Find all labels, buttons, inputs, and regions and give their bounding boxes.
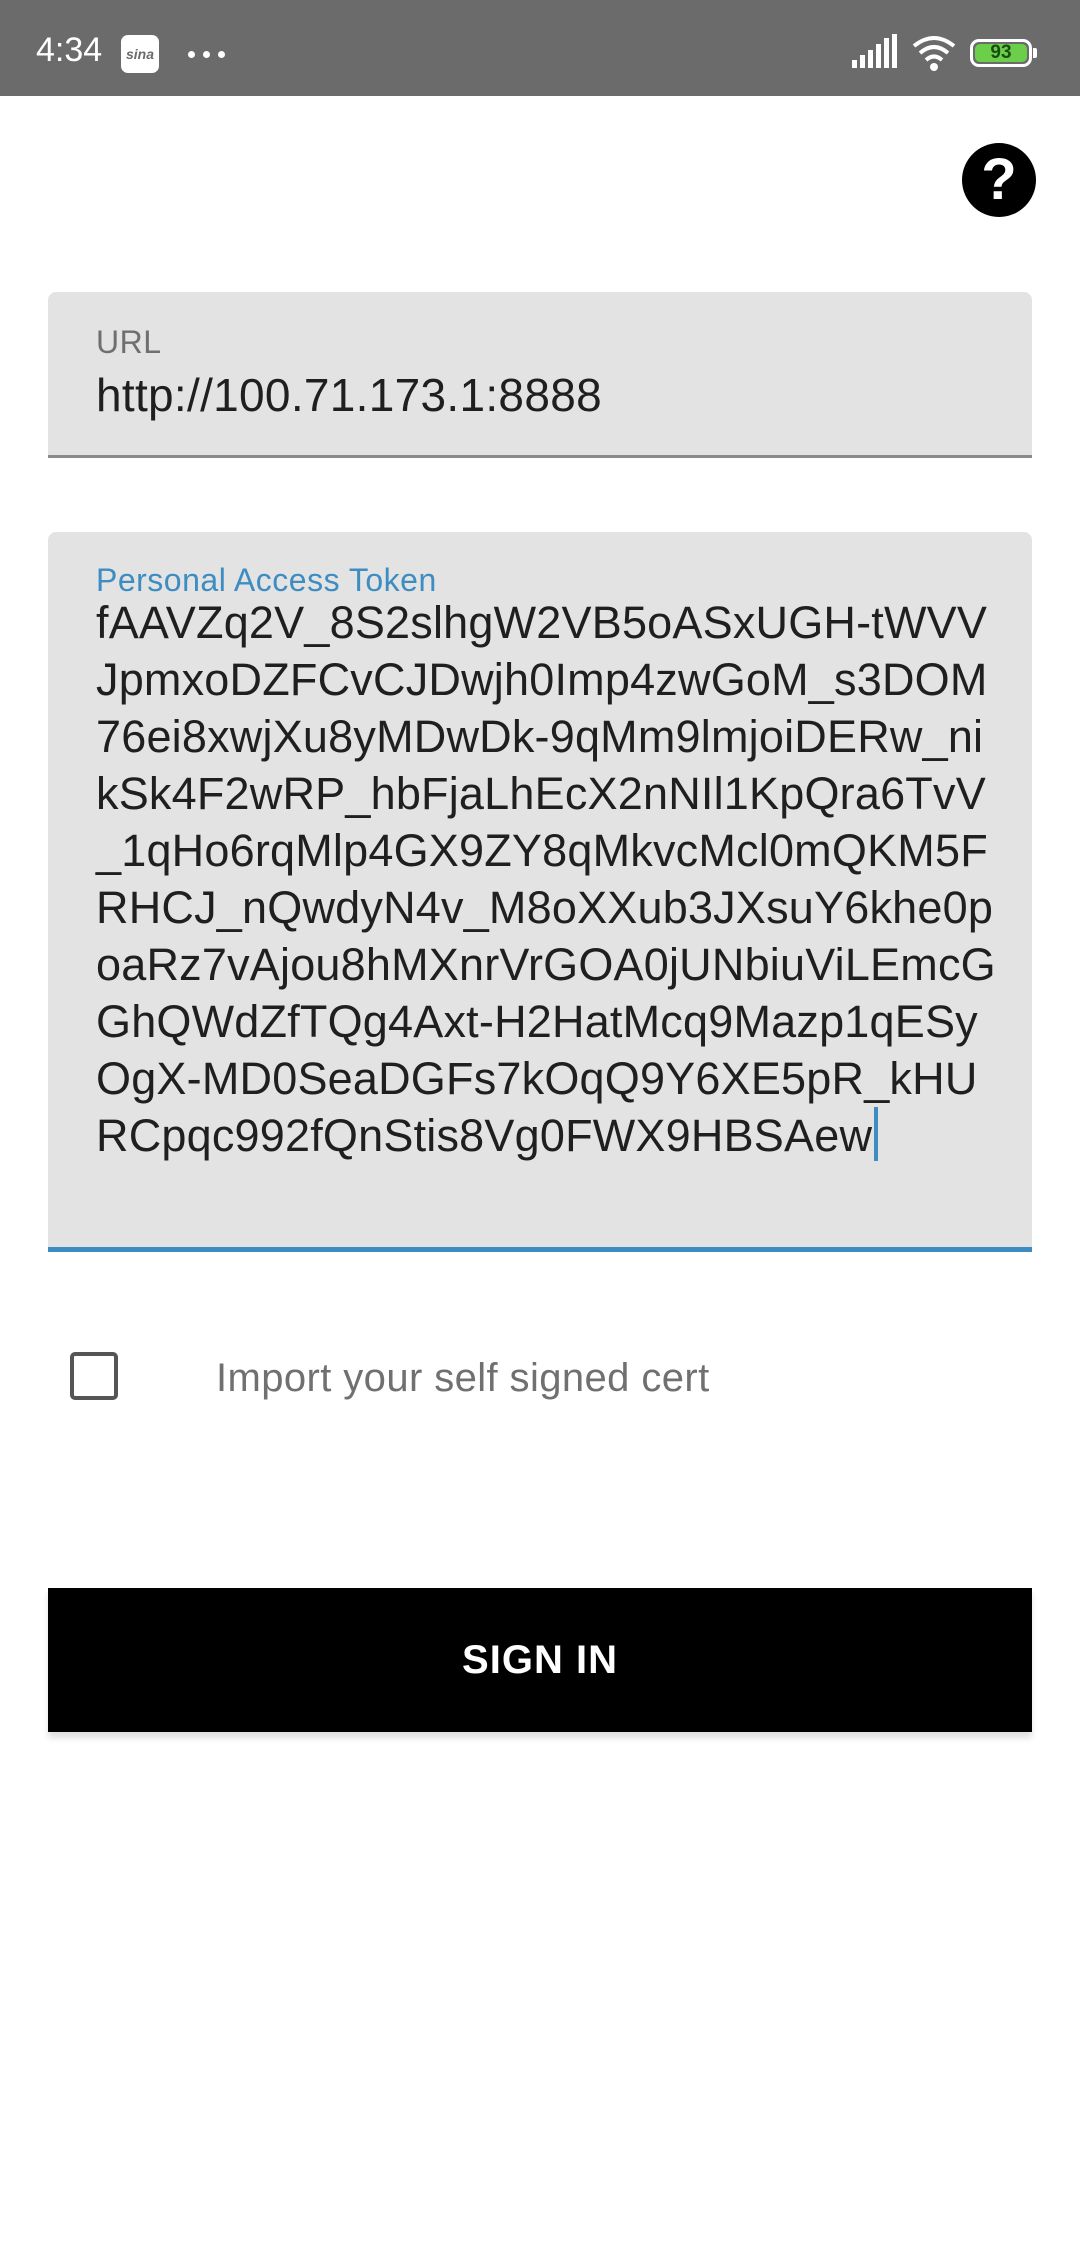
token-field[interactable]: Personal Access Token fAAVZq2V_8S2slhgW2… [48, 532, 1032, 1252]
self-signed-cert-label[interactable]: Import your self signed cert [216, 1356, 710, 1401]
text-cursor [874, 1107, 879, 1161]
battery-level: 93 [975, 43, 1027, 62]
status-bar: 4:34 sina 93 [0, 0, 1080, 96]
status-time: 4:34 [36, 31, 103, 69]
more-notifications-icon [188, 36, 233, 72]
token-input[interactable]: fAAVZq2V_8S2slhgW2VB5oASxUGH-tWVVJpmxoDZ… [96, 594, 996, 1164]
token-value: fAAVZq2V_8S2slhgW2VB5oASxUGH-tWVVJpmxoDZ… [96, 597, 996, 1161]
url-input[interactable]: http://100.71.173.1:8888 [96, 368, 602, 422]
sina-app-icon: sina [121, 35, 159, 73]
url-label: URL [96, 324, 162, 360]
sign-in-button[interactable]: SIGN IN [48, 1588, 1032, 1732]
url-field[interactable]: URL http://100.71.173.1:8888 [48, 292, 1032, 458]
signal-icon [852, 34, 897, 68]
wifi-icon [912, 36, 956, 71]
battery-icon: 93 [970, 39, 1037, 67]
help-icon[interactable]: ? [962, 143, 1036, 217]
self-signed-cert-checkbox[interactable] [70, 1352, 118, 1400]
